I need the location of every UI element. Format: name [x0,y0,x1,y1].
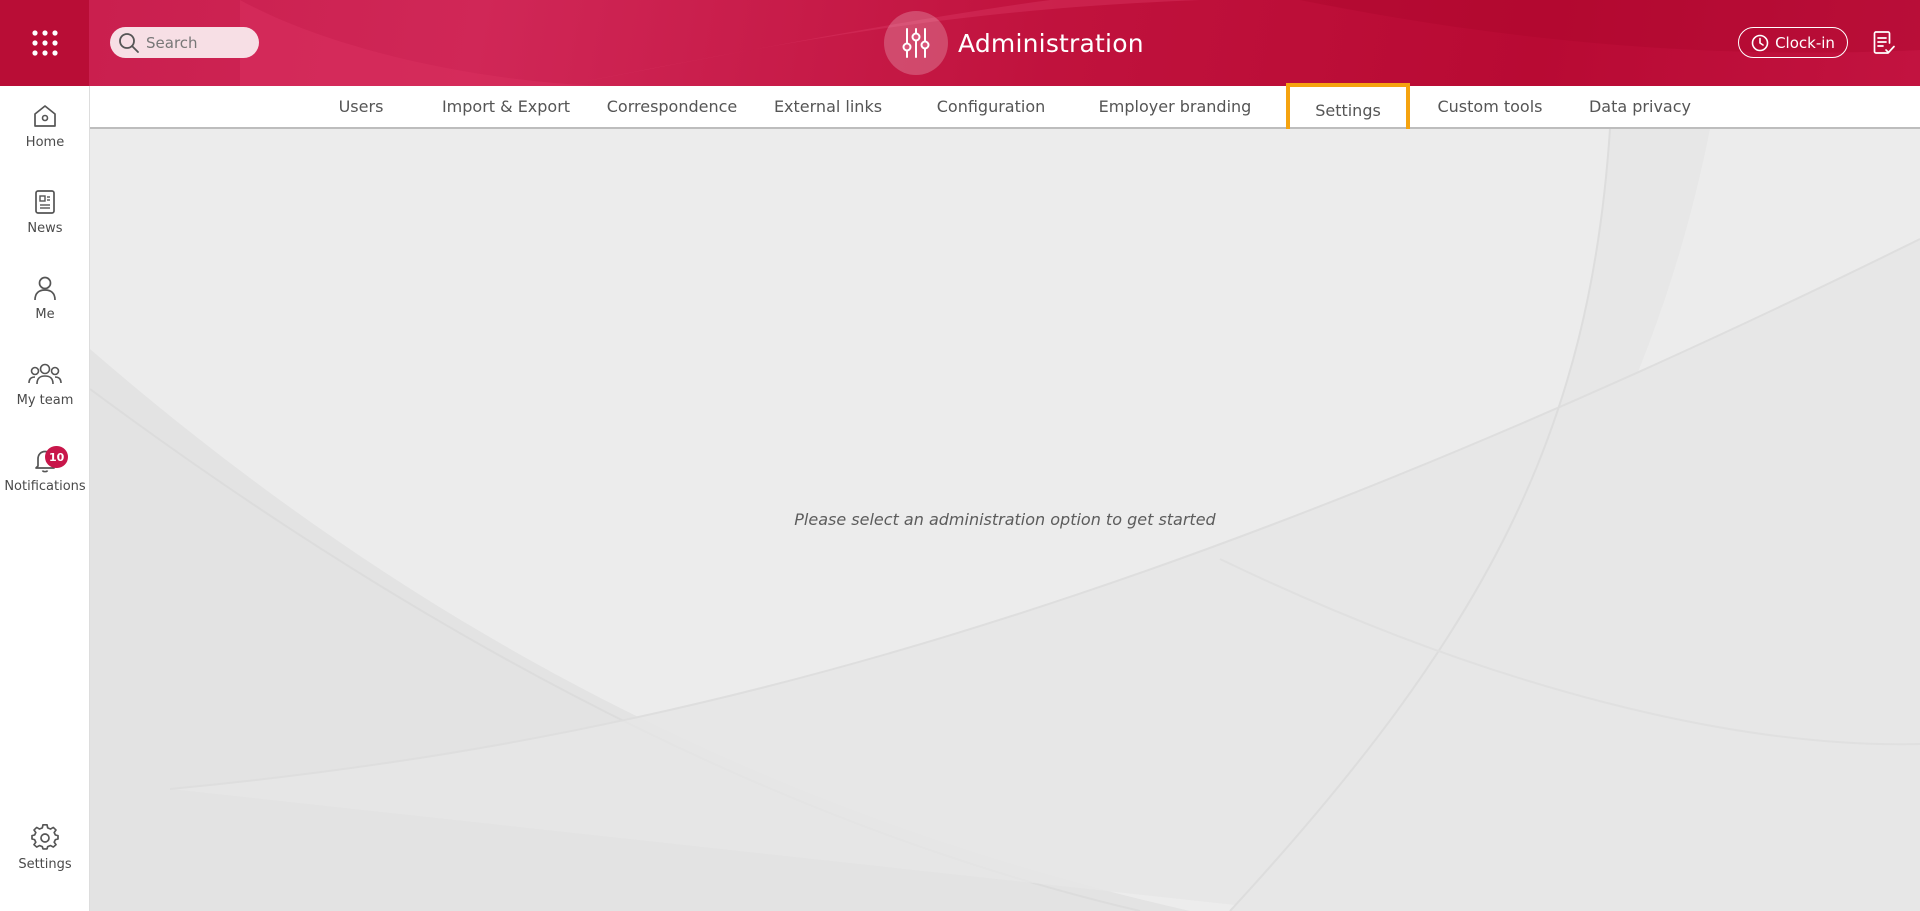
search-input[interactable] [146,33,256,52]
admin-tab-bar: Users Import & Export Correspondence Ext… [90,83,1920,137]
sidebar-item-news[interactable]: News [0,188,90,258]
tasks-checklist-icon[interactable] [1872,30,1896,56]
sliders-icon [902,28,930,58]
sidebar-item-my-team[interactable]: My team [0,360,90,430]
page-title: Administration [958,28,1144,58]
news-icon [35,190,55,214]
tab-data-privacy[interactable]: Data privacy [1560,86,1720,127]
gear-icon [31,824,59,850]
search-icon [119,32,139,53]
sidebar-item-label: Me [35,307,55,322]
sidebar-item-settings[interactable]: Settings [0,824,90,894]
app-launcher-button[interactable] [0,0,89,86]
page-title-group: Administration [884,10,1144,76]
empty-state-message: Please select an administration option t… [794,510,1216,529]
sidebar-item-label: My team [16,393,74,408]
notification-count-badge: 10 [45,446,69,468]
admin-icon-circle [884,11,948,75]
clock-in-label: Clock-in [1775,33,1835,52]
tab-configuration[interactable]: Configuration [908,86,1074,127]
sidebar-item-label: News [27,221,63,236]
tab-external-links[interactable]: External links [748,86,908,127]
team-icon [28,363,62,385]
tab-custom-tools[interactable]: Custom tools [1420,86,1560,127]
tab-users[interactable]: Users [306,86,416,127]
sidebar-item-label: Home [25,135,65,150]
tab-import-export[interactable]: Import & Export [416,86,596,127]
home-icon [34,105,56,127]
top-header: Administration Clock-in [0,0,1920,86]
tab-correspondence[interactable]: Correspondence [596,86,748,127]
grid-dots-icon [31,30,58,56]
sidebar-item-me[interactable]: Me [0,274,90,344]
tab-employer-branding[interactable]: Employer branding [1074,86,1276,127]
sidebar-item-label: Notifications [4,479,86,494]
main-content: Please select an administration option t… [90,129,1920,911]
sidebar-item-label: Settings [18,857,72,872]
sidebar-item-home[interactable]: Home [0,102,90,172]
person-icon [34,276,56,301]
clock-in-button[interactable]: Clock-in [1738,27,1848,58]
left-sidebar: Home News Me My team Notifications 10 Se… [0,86,90,911]
search-box[interactable] [110,27,259,58]
clock-icon [1751,34,1769,51]
sidebar-item-notifications[interactable]: Notifications 10 [0,446,90,516]
